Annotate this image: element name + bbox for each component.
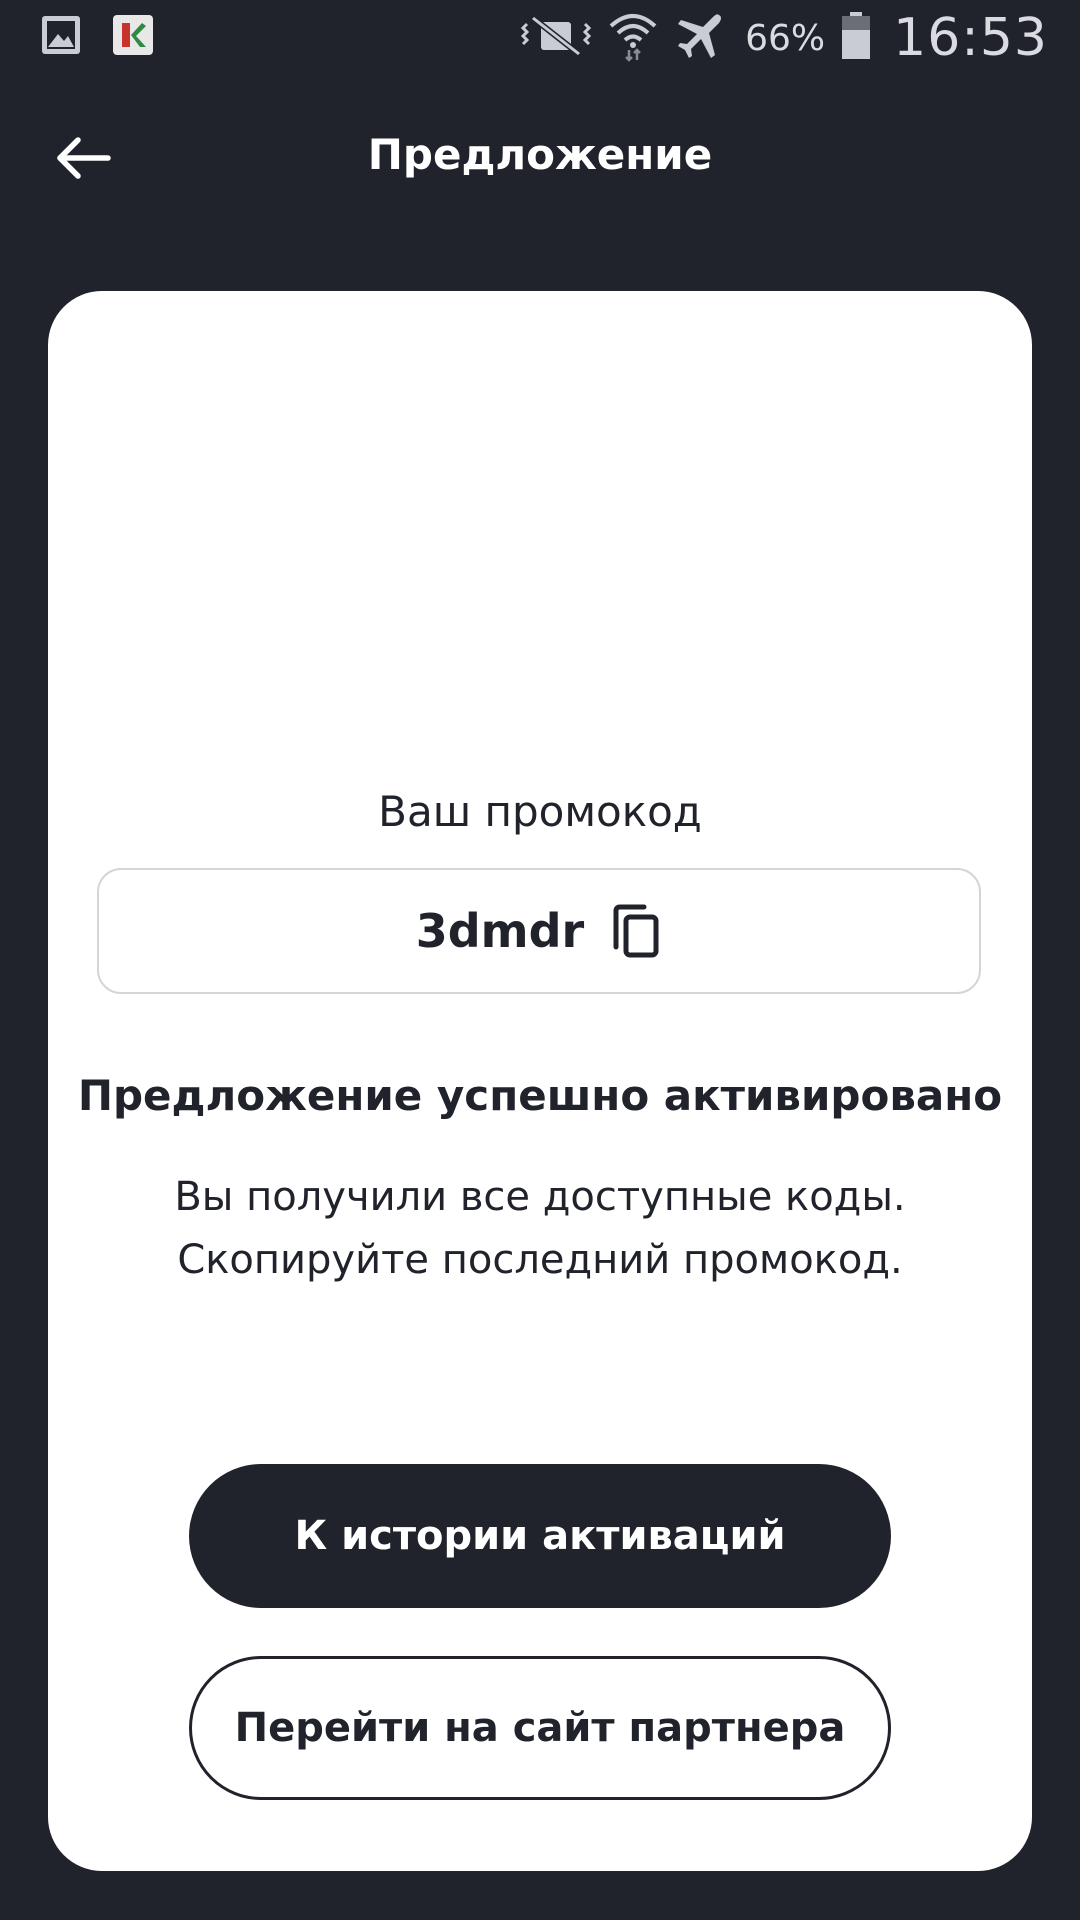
gallery-notification-icon [40,14,82,60]
success-title: Предложение успешно активировано [77,1071,1003,1120]
airplane-icon [675,11,725,65]
clock: 16:53 [893,8,1048,68]
promo-code: 3dmdr [415,904,585,958]
offer-card: Ваш промокод 3dmdr Предложение успешно а… [48,291,1032,1871]
promo-code-box[interactable]: 3dmdr [97,868,981,994]
activation-history-button[interactable]: К истории активаций [189,1464,891,1608]
status-bar: 66% 16:53 [0,0,1080,80]
copy-icon[interactable] [612,903,662,959]
app-notification-icon [112,14,154,60]
promo-label: Ваш промокод [378,787,702,836]
description-line-2: Скопируйте последний промокод. [177,1237,903,1283]
battery-icon [841,12,871,64]
wifi-icon [607,10,659,66]
vibrate-icon [521,14,592,62]
description-line-1: Вы получили все доступные коды. [174,1174,906,1220]
app-bar: Предложение [0,100,1080,220]
page-title: Предложение [367,130,713,179]
status-left [40,14,154,60]
status-right: 66% 16:53 [521,8,1048,68]
battery-percentage: 66% [745,17,826,59]
partner-site-button[interactable]: Перейти на сайт партнера [189,1656,891,1800]
